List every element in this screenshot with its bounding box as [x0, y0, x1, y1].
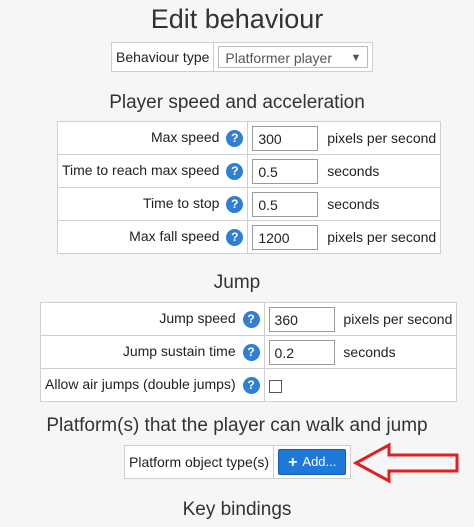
time-to-max-speed-unit: seconds [327, 163, 380, 179]
help-icon[interactable]: ? [226, 129, 244, 147]
jump-sustain-input[interactable]: 0.2 [268, 339, 335, 365]
help-icon[interactable]: ? [242, 376, 260, 394]
red-arrow-icon [353, 442, 459, 484]
time-to-stop-input[interactable]: 0.5 [252, 191, 319, 217]
jump-sustain-unit: seconds [343, 344, 396, 360]
page-title: Edit behaviour [150, 4, 324, 34]
jump-speed-unit: pixels per second [343, 311, 453, 327]
help-icon[interactable]: ? [242, 310, 260, 328]
table-row: Allow air jumps (double jumps) ? [40, 368, 458, 402]
table-row: Time to reach max speed ? 0.5 seconds [56, 154, 442, 188]
behaviour-type-table: Behaviour type Platformer player ▼ [110, 42, 374, 72]
chevron-down-icon: ▼ [350, 52, 362, 64]
air-jumps-label: Allow air jumps (double jumps) [45, 376, 236, 393]
time-to-max-speed-input[interactable]: 0.5 [252, 158, 319, 184]
max-speed-label: Max speed [150, 129, 220, 146]
speed-table: Max speed ? 300 pixels per second Time t… [56, 121, 442, 254]
table-row: Jump speed ? 360 pixels per second [40, 302, 458, 336]
help-icon[interactable]: ? [242, 343, 260, 361]
max-fall-speed-input[interactable]: 1200 [252, 224, 319, 250]
jump-section-heading: Jump [213, 272, 261, 293]
plus-icon: + [288, 454, 298, 471]
table-row: Platform object type(s) + Add... [123, 445, 352, 479]
jump-speed-input[interactable]: 360 [268, 306, 335, 332]
help-icon[interactable]: ? [226, 195, 244, 213]
max-fall-speed-unit: pixels per second [327, 229, 437, 245]
time-to-stop-label: Time to stop [142, 195, 220, 212]
keybindings-section-heading: Key bindings [182, 499, 292, 520]
jump-sustain-label: Jump sustain time [122, 343, 236, 360]
behaviour-type-select[interactable]: Platformer player ▼ [218, 46, 369, 68]
platform-section-heading: Platform(s) that the player can walk and… [46, 415, 428, 436]
behaviour-type-label: Behaviour type [110, 42, 215, 72]
speed-section-heading: Player speed and acceleration [109, 92, 365, 113]
add-platform-button[interactable]: + Add... [278, 449, 347, 475]
max-speed-input[interactable]: 300 [252, 125, 319, 151]
help-icon[interactable]: ? [226, 162, 244, 180]
jump-table: Jump speed ? 360 pixels per second Jump … [40, 302, 458, 402]
platform-type-label: Platform object type(s) [123, 445, 275, 479]
max-speed-unit: pixels per second [327, 130, 437, 146]
max-fall-speed-label: Max fall speed [129, 228, 220, 245]
platform-table: Platform object type(s) + Add... [123, 445, 352, 479]
table-row: Time to stop ? 0.5 seconds [56, 187, 442, 221]
time-to-max-speed-label: Time to reach max speed [62, 162, 220, 179]
table-row: Max fall speed ? 1200 pixels per second [56, 220, 442, 254]
jump-speed-label: Jump speed [159, 310, 236, 327]
air-jumps-checkbox[interactable] [268, 379, 282, 393]
table-row: Jump sustain time ? 0.2 seconds [40, 335, 458, 369]
help-icon[interactable]: ? [226, 228, 244, 246]
behaviour-type-value: Platformer player [225, 50, 332, 66]
time-to-stop-unit: seconds [327, 196, 380, 212]
add-button-label: Add... [302, 454, 337, 469]
table-row: Max speed ? 300 pixels per second [56, 121, 442, 155]
